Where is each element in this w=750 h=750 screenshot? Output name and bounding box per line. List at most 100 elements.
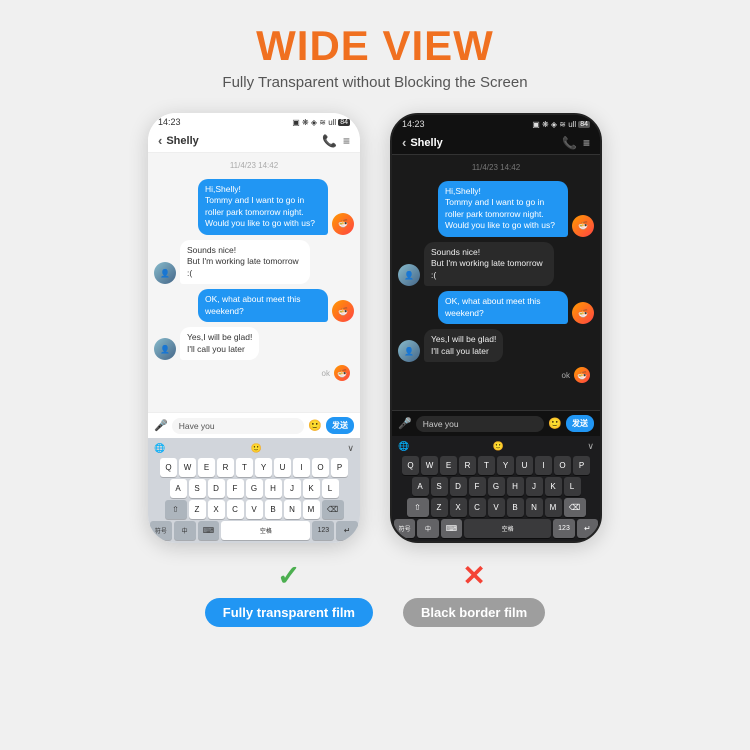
rkey-t[interactable]: T bbox=[478, 456, 495, 475]
left-kb-top-row: 🌐 🙂 ∨ bbox=[150, 441, 358, 456]
key-r[interactable]: R bbox=[217, 458, 234, 477]
rkey-k[interactable]: K bbox=[545, 477, 562, 496]
rkey-b[interactable]: B bbox=[507, 498, 524, 517]
key-d[interactable]: D bbox=[208, 479, 225, 498]
left-call-icon[interactable]: 📞 bbox=[322, 134, 337, 148]
rkey-d[interactable]: D bbox=[450, 477, 467, 496]
key-q[interactable]: Q bbox=[160, 458, 177, 477]
rkey-mic2[interactable]: ⌨ bbox=[441, 519, 462, 538]
rkey-zh[interactable]: 中 bbox=[417, 519, 438, 538]
left-ok-text: ok bbox=[322, 369, 330, 378]
right-kb-icon-2: 🙂 bbox=[493, 441, 504, 452]
left-emoji-icon[interactable]: 🙂 bbox=[308, 419, 322, 432]
key-x[interactable]: X bbox=[208, 500, 225, 519]
left-avatar-2: 👤 bbox=[154, 262, 176, 284]
left-kb-icon-1: 🌐 bbox=[154, 443, 165, 454]
rkey-e[interactable]: E bbox=[440, 456, 457, 475]
rkey-del[interactable]: ⌫ bbox=[564, 498, 586, 517]
header: WIDE VIEW Fully Transparent without Bloc… bbox=[222, 0, 527, 99]
left-mic-icon[interactable]: 🎤 bbox=[154, 419, 168, 432]
key-y[interactable]: Y bbox=[255, 458, 272, 477]
rkey-l[interactable]: L bbox=[564, 477, 581, 496]
rkey-h[interactable]: H bbox=[507, 477, 524, 496]
rkey-123[interactable]: 123 bbox=[553, 519, 574, 538]
rkey-v[interactable]: V bbox=[488, 498, 505, 517]
rkey-g[interactable]: G bbox=[488, 477, 505, 496]
rkey-j[interactable]: J bbox=[526, 477, 543, 496]
key-p[interactable]: P bbox=[331, 458, 348, 477]
left-kb-row-2: A S D F G H J K L bbox=[150, 479, 358, 498]
key-a[interactable]: A bbox=[170, 479, 187, 498]
right-mic-icon[interactable]: 🎤 bbox=[398, 417, 412, 430]
key-mic2[interactable]: ⌨ bbox=[198, 521, 220, 540]
key-l[interactable]: L bbox=[322, 479, 339, 498]
rkey-x[interactable]: X bbox=[450, 498, 467, 517]
key-v[interactable]: V bbox=[246, 500, 263, 519]
key-space[interactable]: 空格 bbox=[221, 521, 310, 540]
left-ok-row: ok 🍜 bbox=[154, 365, 354, 381]
right-call-icon[interactable]: 📞 bbox=[562, 136, 577, 150]
key-j[interactable]: J bbox=[284, 479, 301, 498]
rkey-a[interactable]: A bbox=[412, 477, 429, 496]
left-send-button[interactable]: 发送 bbox=[326, 417, 354, 434]
rkey-symbol[interactable]: 符号 bbox=[394, 519, 415, 538]
left-menu-icon[interactable]: ≡ bbox=[343, 134, 350, 148]
key-b[interactable]: B bbox=[265, 500, 282, 519]
key-g[interactable]: G bbox=[246, 479, 263, 498]
rkey-shift[interactable]: ⇧ bbox=[407, 498, 429, 517]
key-123[interactable]: 123 bbox=[312, 521, 334, 540]
rkey-r[interactable]: R bbox=[459, 456, 476, 475]
rkey-w[interactable]: W bbox=[421, 456, 438, 475]
key-c[interactable]: C bbox=[227, 500, 244, 519]
left-bubble-2: Sounds nice!But I'm working late tomorro… bbox=[180, 240, 310, 284]
rkey-u[interactable]: U bbox=[516, 456, 533, 475]
left-label-item: ✓ Fully transparent film bbox=[205, 559, 373, 627]
key-m[interactable]: M bbox=[303, 500, 320, 519]
left-phone-wrapper: 14:23 ▣ ❋ ◈ ≋ ull 84 ‹ Shelly 📞 ≡ 11/4/2… bbox=[148, 113, 360, 543]
key-z[interactable]: Z bbox=[189, 500, 206, 519]
rkey-n[interactable]: N bbox=[526, 498, 543, 517]
rkey-s[interactable]: S bbox=[431, 477, 448, 496]
key-e[interactable]: E bbox=[198, 458, 215, 477]
left-input-box[interactable]: Have you bbox=[172, 418, 305, 434]
left-avatar-3: 🍜 bbox=[332, 300, 354, 322]
rkey-y[interactable]: Y bbox=[497, 456, 514, 475]
left-chat-body: 11/4/23 14:42 Hi,Shelly!Tommy and I want… bbox=[148, 153, 360, 412]
key-o[interactable]: O bbox=[312, 458, 329, 477]
key-i[interactable]: I bbox=[293, 458, 310, 477]
rkey-i[interactable]: I bbox=[535, 456, 552, 475]
key-symbol[interactable]: 符号 bbox=[150, 521, 172, 540]
rkey-enter[interactable]: ↵ bbox=[577, 519, 598, 538]
key-n[interactable]: N bbox=[284, 500, 301, 519]
key-f[interactable]: F bbox=[227, 479, 244, 498]
right-back-arrow[interactable]: ‹ bbox=[402, 135, 406, 150]
key-u[interactable]: U bbox=[274, 458, 291, 477]
key-s[interactable]: S bbox=[189, 479, 206, 498]
rkey-space[interactable]: 空格 bbox=[464, 519, 551, 538]
rkey-m[interactable]: M bbox=[545, 498, 562, 517]
right-input-box[interactable]: Have you bbox=[416, 416, 545, 432]
rkey-f[interactable]: F bbox=[469, 477, 486, 496]
right-phone-wrapper: 14:23 ▣ ❋ ◈ ≋ ull 84 ‹ Shelly 📞 ≡ 11/4/2… bbox=[390, 113, 602, 543]
rkey-o[interactable]: O bbox=[554, 456, 571, 475]
right-send-button[interactable]: 发送 bbox=[566, 415, 594, 432]
key-del[interactable]: ⌫ bbox=[322, 500, 344, 519]
right-menu-icon[interactable]: ≡ bbox=[583, 136, 590, 150]
key-shift[interactable]: ⇧ bbox=[165, 500, 187, 519]
right-emoji-icon[interactable]: 🙂 bbox=[548, 417, 562, 430]
rkey-z[interactable]: Z bbox=[431, 498, 448, 517]
key-k[interactable]: K bbox=[303, 479, 320, 498]
key-w[interactable]: W bbox=[179, 458, 196, 477]
left-back-arrow[interactable]: ‹ bbox=[158, 133, 162, 148]
rkey-p[interactable]: P bbox=[573, 456, 590, 475]
rkey-c[interactable]: C bbox=[469, 498, 486, 517]
key-t[interactable]: T bbox=[236, 458, 253, 477]
key-enter[interactable]: ↵ bbox=[336, 521, 358, 540]
key-h[interactable]: H bbox=[265, 479, 282, 498]
key-zh[interactable]: 中 bbox=[174, 521, 196, 540]
left-kb-bottom-row: 符号 中 ⌨ 空格 123 ↵ bbox=[150, 521, 358, 540]
left-ok-avatar: 🍜 bbox=[334, 365, 350, 381]
right-chat-body: 11/4/23 14:42 Hi,Shelly!Tommy and I want… bbox=[392, 155, 600, 410]
left-contact-name: Shelly bbox=[166, 135, 198, 147]
rkey-q[interactable]: Q bbox=[402, 456, 419, 475]
